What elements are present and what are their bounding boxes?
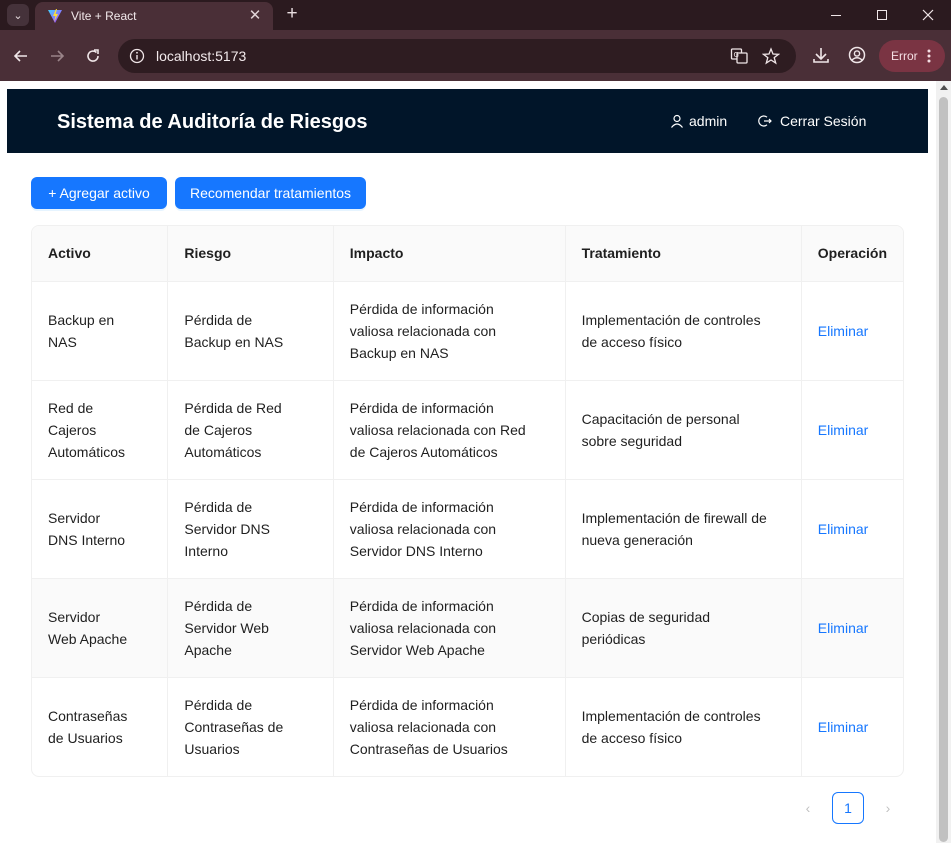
close-window-button[interactable] — [905, 0, 951, 30]
cell-impacto: Pérdida de información valiosa relaciona… — [333, 479, 566, 579]
delete-link[interactable]: Eliminar — [818, 323, 869, 339]
delete-link[interactable]: Eliminar — [818, 422, 869, 438]
logout-button[interactable]: Cerrar Sesión — [758, 113, 866, 129]
pagination: ‹ 1 › — [792, 792, 904, 824]
browser-toolbar: localhost:5173 G Error — [0, 30, 951, 81]
cell-activo: Red de Cajeros Automáticos — [32, 380, 169, 480]
maximize-window-button[interactable] — [859, 0, 905, 30]
column-header-tratamiento[interactable]: Tratamiento — [565, 226, 802, 282]
cell-activo: Contraseñas de Usuarios — [32, 677, 169, 776]
cell-operacion: Eliminar — [801, 281, 903, 381]
maximize-icon — [877, 10, 887, 20]
url-text[interactable]: localhost:5173 — [156, 48, 246, 64]
browser-tab-strip: ⌄ Vite + React ✕ + — [0, 0, 951, 30]
cell-impacto: Pérdida de información valiosa relaciona… — [333, 677, 566, 776]
cell-activo: Backup en NAS — [32, 281, 169, 381]
table-row: Servidor DNS Interno Pérdida de Servidor… — [32, 479, 903, 579]
minimize-icon — [831, 15, 841, 16]
chevron-down-icon: ⌄ — [13, 9, 23, 22]
cell-tratamiento: Implementación de firewall de nueva gene… — [565, 479, 802, 579]
more-vertical-icon — [927, 49, 931, 63]
reload-icon — [87, 49, 99, 62]
minimize-window-button[interactable] — [813, 0, 859, 30]
cell-riesgo: Pérdida de Servidor Web Apache — [167, 578, 334, 678]
delete-link[interactable]: Eliminar — [818, 620, 869, 636]
download-icon[interactable] — [811, 45, 831, 65]
column-header-riesgo[interactable]: Riesgo — [167, 226, 334, 282]
cell-riesgo: Pérdida de Contraseñas de Usuarios — [167, 677, 334, 776]
page-viewport: Sistema de Auditoría de Riesgos admin Ce… — [0, 81, 936, 843]
new-tab-button[interactable]: + — [282, 4, 302, 25]
cell-operacion: Eliminar — [801, 677, 903, 776]
prev-page-button[interactable]: ‹ — [792, 792, 824, 824]
delete-link[interactable]: Eliminar — [818, 719, 869, 735]
table-row: Contraseñas de Usuarios Pérdida de Contr… — [32, 677, 903, 776]
cell-riesgo: Pérdida de Backup en NAS — [167, 281, 334, 381]
cell-tratamiento: Copias de seguridad periódicas — [565, 578, 802, 678]
table-row: Backup en NAS Pérdida de Backup en NAS P… — [32, 281, 903, 381]
star-icon[interactable] — [762, 47, 780, 65]
scroll-thumb[interactable] — [939, 97, 948, 842]
arrow-right-icon — [51, 50, 65, 62]
cell-riesgo: Pérdida de Red de Cajeros Automáticos — [167, 380, 334, 480]
logout-label: Cerrar Sesión — [780, 113, 867, 129]
reload-button[interactable] — [80, 43, 106, 69]
cell-riesgo: Pérdida de Servidor DNS Interno — [167, 479, 334, 579]
tab-title: Vite + React — [71, 9, 137, 23]
delete-link[interactable]: Eliminar — [818, 521, 869, 537]
tab-search-button[interactable]: ⌄ — [7, 4, 29, 26]
svg-text:G: G — [734, 51, 739, 59]
page-scrollbar[interactable] — [936, 81, 951, 843]
cell-tratamiento: Capacitación de personal sobre seguridad — [565, 380, 802, 480]
profile-error-label: Error — [891, 49, 918, 63]
username-label: admin — [689, 113, 728, 129]
browser-tab[interactable]: Vite + React ✕ — [35, 2, 273, 30]
recommend-treatments-button[interactable]: Recomendar tratamientos — [175, 177, 366, 209]
forward-button[interactable] — [44, 43, 70, 69]
next-page-button[interactable]: › — [872, 792, 904, 824]
cell-tratamiento: Implementación de controles de acceso fí… — [565, 677, 802, 776]
chevron-right-icon: › — [885, 800, 891, 816]
user-icon — [671, 114, 683, 128]
cell-operacion: Eliminar — [801, 380, 903, 480]
profile-error-button[interactable]: Error — [879, 40, 945, 72]
vite-logo-icon — [48, 9, 62, 23]
cell-operacion: Eliminar — [801, 578, 903, 678]
app-header: Sistema de Auditoría de Riesgos admin Ce… — [7, 89, 928, 153]
column-header-activo[interactable]: Activo — [32, 226, 169, 282]
table-row: Servidor Web Apache Pérdida de Servidor … — [32, 578, 903, 678]
scroll-up-arrow-icon[interactable] — [940, 85, 948, 90]
cell-impacto: Pérdida de información valiosa relaciona… — [333, 281, 566, 381]
address-bar[interactable]: localhost:5173 G — [118, 39, 796, 73]
page-1-button[interactable]: 1 — [832, 792, 864, 824]
cell-tratamiento: Implementación de controles de acceso fí… — [565, 281, 802, 381]
column-header-operacion[interactable]: Operación — [801, 226, 903, 282]
cell-impacto: Pérdida de información valiosa relaciona… — [333, 380, 566, 480]
table-row: Red de Cajeros Automáticos Pérdida de Re… — [32, 380, 903, 480]
user-menu[interactable]: admin — [670, 113, 727, 129]
chevron-left-icon: ‹ — [805, 800, 811, 816]
cell-activo: Servidor Web Apache — [32, 578, 169, 678]
close-tab-icon[interactable]: ✕ — [247, 8, 263, 24]
page-title: Sistema de Auditoría de Riesgos — [57, 111, 368, 133]
back-button[interactable] — [8, 43, 34, 69]
arrow-left-icon — [13, 50, 27, 62]
risk-table: Activo Riesgo Impacto Tratamiento Operac… — [31, 225, 904, 777]
table-header-row: Activo Riesgo Impacto Tratamiento Operac… — [32, 226, 903, 282]
cell-activo: Servidor DNS Interno — [32, 479, 169, 579]
cell-impacto: Pérdida de información valiosa relaciona… — [333, 578, 566, 678]
translate-icon[interactable]: G — [730, 47, 748, 65]
logout-icon — [758, 115, 772, 127]
profile-icon[interactable] — [847, 45, 867, 65]
column-header-impacto[interactable]: Impacto — [333, 226, 566, 282]
add-asset-button[interactable]: + Agregar activo — [31, 177, 167, 209]
close-icon — [922, 9, 934, 21]
cell-operacion: Eliminar — [801, 479, 903, 579]
site-info-icon[interactable] — [129, 48, 145, 64]
